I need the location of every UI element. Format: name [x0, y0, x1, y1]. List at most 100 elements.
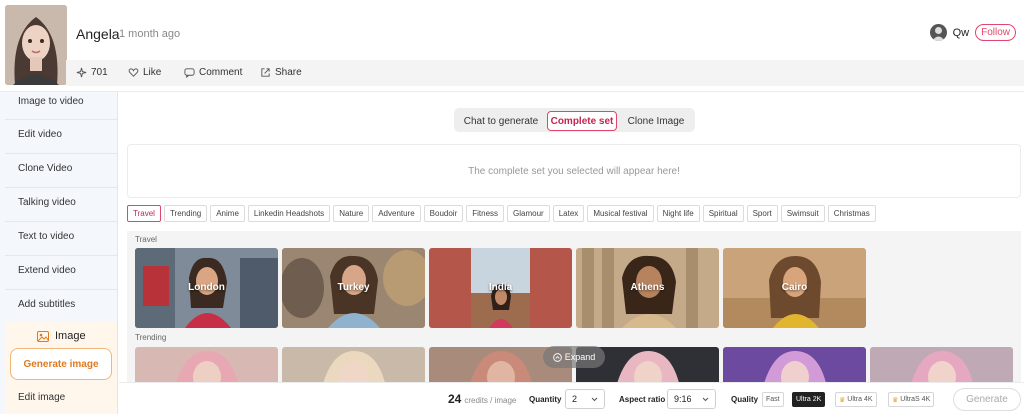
category-chip-night-life[interactable]: Night life: [656, 205, 700, 222]
divider: [5, 119, 117, 120]
template-card-label: India: [488, 282, 513, 293]
user-avatar[interactable]: [929, 24, 947, 41]
remix-count-button[interactable]: 701: [76, 67, 108, 78]
sidebar-item-extend-video[interactable]: Extend video: [18, 265, 76, 276]
image-section-header[interactable]: Image: [37, 330, 86, 342]
category-chip-sport[interactable]: Sport: [746, 205, 778, 222]
user-name[interactable]: Qw: [953, 27, 970, 39]
template-card-london[interactable]: London: [135, 248, 278, 328]
credits-unit: credits / image: [464, 396, 517, 405]
quality-option-fast[interactable]: Fast: [762, 392, 784, 407]
quality-option-ultra-4k[interactable]: ♛ Ultra 4K: [835, 392, 877, 407]
category-chip-christmas[interactable]: Christmas: [827, 205, 876, 222]
template-image: [135, 347, 278, 387]
category-chip-linkedin-headshots[interactable]: Linkedin Headshots: [247, 205, 331, 222]
divider: [5, 221, 117, 222]
category-chip-trending[interactable]: Trending: [163, 205, 208, 222]
tab-complete-set[interactable]: Complete set: [547, 111, 617, 131]
sidebar-item-text-to-video[interactable]: Text to video: [18, 231, 74, 242]
post-actions-bar: 701 Like Comment Share: [66, 60, 1024, 86]
generate-button[interactable]: Generate: [953, 388, 1021, 411]
sidebar-item-image-to-video[interactable]: Image to video: [18, 96, 84, 107]
quantity-select[interactable]: 2: [565, 389, 605, 409]
credits-cost: 24 credits / image: [448, 392, 516, 406]
category-chips: Travel Trending Anime Linkedin Headshots…: [127, 205, 876, 223]
category-chip-swimsuit[interactable]: Swimsuit: [780, 205, 825, 222]
trending-card[interactable]: [282, 347, 425, 387]
app-root: Angela 1 month ago 701 Like Comment Shar…: [0, 0, 1024, 414]
post-header: Angela 1 month ago 701 Like Comment Shar…: [0, 0, 1024, 92]
category-chip-boudoir[interactable]: Boudoir: [423, 205, 464, 222]
quality-label: Quality: [731, 395, 759, 404]
template-card-cairo[interactable]: Cairo: [723, 248, 866, 328]
trending-card[interactable]: [135, 347, 278, 387]
chevron-down-icon: [591, 397, 598, 401]
generate-bar: 24 credits / image Quantity 2 Aspect rat…: [119, 382, 1024, 414]
share-button[interactable]: Share: [260, 67, 302, 78]
quality-option-ultras-4k[interactable]: ♛ UltraS 4K: [888, 392, 935, 407]
quantity-label: Quantity: [529, 395, 562, 404]
generate-image-nav-button[interactable]: Generate image: [10, 348, 112, 380]
template-card-turkey[interactable]: Turkey: [282, 248, 425, 328]
comment-button[interactable]: Comment: [184, 67, 242, 78]
sidebar-item-edit-image[interactable]: Edit image: [18, 392, 65, 403]
sidebar-item-add-subtitles[interactable]: Add subtitles: [18, 299, 75, 310]
quality-option-label: UltraS 4K: [900, 396, 931, 403]
aspect-ratio-select[interactable]: 9:16: [667, 389, 716, 409]
group-label-trending: Trending: [135, 333, 167, 342]
sidebar-item-clone-video[interactable]: Clone Video: [18, 163, 72, 174]
trending-card[interactable]: [723, 347, 866, 387]
follow-button[interactable]: Follow: [975, 24, 1016, 41]
template-card-label: Cairo: [781, 282, 808, 293]
category-chip-fitness[interactable]: Fitness: [466, 205, 505, 222]
divider: [5, 187, 117, 188]
aspect-ratio-label: Aspect ratio: [619, 395, 666, 404]
post-time: 1 month ago: [119, 28, 181, 40]
template-card-india[interactable]: India: [429, 248, 572, 328]
complete-set-placeholder: The complete set you selected will appea…: [127, 144, 1021, 198]
category-chip-anime[interactable]: Anime: [210, 205, 245, 222]
category-chip-spiritual[interactable]: Spiritual: [702, 205, 744, 222]
share-label: Share: [275, 67, 302, 78]
quality-option-label: Ultra 2K: [796, 396, 822, 403]
template-image: [870, 347, 1013, 387]
template-card-label: Turkey: [337, 282, 370, 293]
crown-icon: ♛: [839, 396, 846, 404]
post-author[interactable]: Angela: [76, 26, 120, 42]
category-chip-nature[interactable]: Nature: [333, 205, 370, 222]
chevron-down-icon: [702, 397, 709, 401]
tab-clone-image[interactable]: Clone Image: [620, 111, 692, 131]
quality-option-label: Fast: [766, 396, 780, 403]
template-card-label: Athens: [630, 282, 665, 293]
crown-icon: ♛: [892, 396, 899, 404]
group-label-travel: Travel: [135, 235, 157, 244]
divider: [5, 255, 117, 256]
category-chip-musical-festival[interactable]: Musical festival: [587, 205, 654, 222]
category-chip-glamour[interactable]: Glamour: [507, 205, 550, 222]
post-thumbnail[interactable]: [5, 5, 67, 85]
tab-chat-to-generate[interactable]: Chat to generate: [458, 111, 544, 131]
image-section-title: Image: [55, 330, 86, 342]
remix-count: 701: [91, 67, 108, 78]
category-chip-latex[interactable]: Latex: [552, 205, 585, 222]
sidebar-item-talking-video[interactable]: Talking video: [18, 197, 76, 208]
main-content: Chat to generate Complete set Clone Imag…: [119, 92, 1024, 414]
sidebar: Image to video Edit video Clone Video Ta…: [0, 92, 118, 414]
expand-button[interactable]: Expand: [543, 346, 605, 368]
category-chip-adventure[interactable]: Adventure: [372, 205, 421, 222]
template-image: [723, 347, 866, 387]
quality-option-ultra-2k[interactable]: Ultra 2K: [792, 392, 826, 407]
like-button[interactable]: Like: [128, 67, 161, 78]
template-image: [282, 347, 425, 387]
expand-label: Expand: [564, 352, 596, 362]
divider: [5, 289, 117, 290]
credits-value: 24: [448, 392, 462, 406]
sidebar-item-edit-video[interactable]: Edit video: [18, 129, 62, 140]
like-label: Like: [143, 67, 162, 78]
mode-tabs: Chat to generate Complete set Clone Imag…: [454, 108, 695, 132]
divider: [5, 153, 117, 154]
aspect-ratio-value: 9:16: [674, 394, 692, 404]
category-chip-travel[interactable]: Travel: [127, 205, 161, 222]
template-card-athens[interactable]: Athens: [576, 248, 719, 328]
trending-card[interactable]: [870, 347, 1013, 387]
